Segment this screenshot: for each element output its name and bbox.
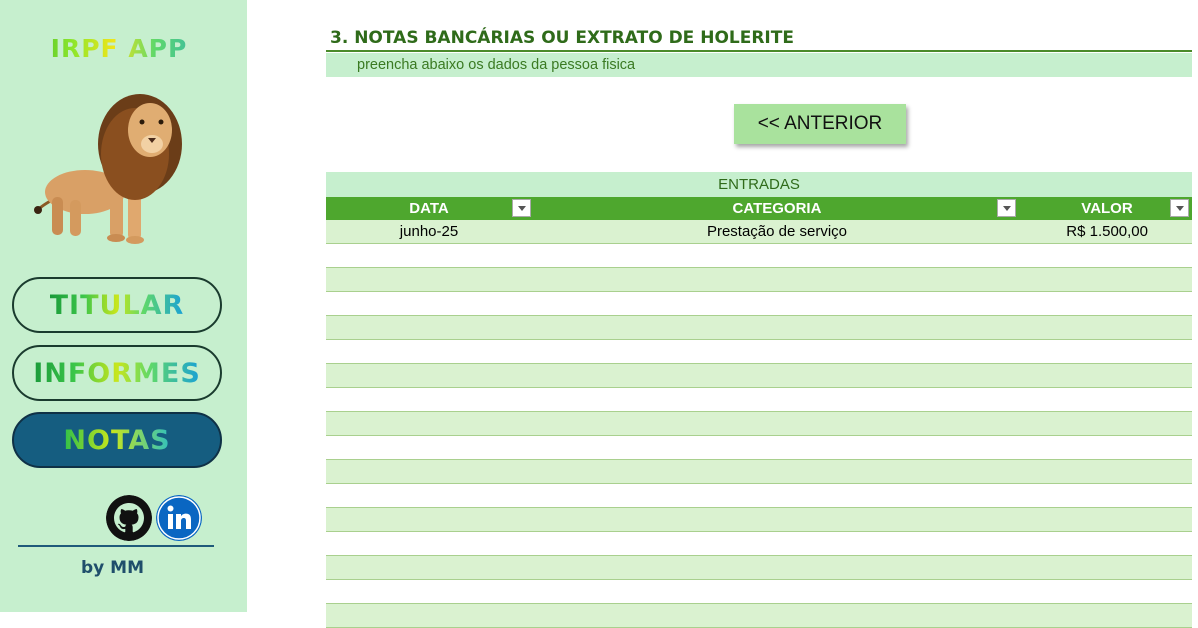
byline: by MM: [80, 558, 144, 578]
table-row[interactable]: [326, 460, 1192, 484]
table-row[interactable]: [326, 292, 1192, 316]
filter-dropdown-data[interactable]: [512, 199, 531, 217]
filter-dropdown-valor[interactable]: [1170, 199, 1189, 217]
nav-notas-label: NOTAS: [63, 424, 171, 456]
table-row[interactable]: [326, 436, 1192, 460]
table-row[interactable]: [326, 580, 1192, 604]
sidebar-divider: [18, 545, 214, 547]
column-header-data: DATA: [409, 200, 449, 217]
page-title: 3. NOTAS BANCÁRIAS OU EXTRATO DE HOLERIT…: [330, 28, 794, 48]
linkedin-icon[interactable]: [156, 495, 202, 541]
app-title: IRPF APP: [0, 34, 238, 63]
table-row[interactable]: [326, 244, 1192, 268]
github-icon[interactable]: [106, 495, 152, 541]
table-row[interactable]: [326, 268, 1192, 292]
table-header: DATA CATEGORIA VALOR: [326, 197, 1192, 220]
table-row[interactable]: junho-25 Prestação de serviço R$ 1.500,0…: [326, 220, 1192, 244]
table-row[interactable]: [326, 340, 1192, 364]
cell-valor-text: R$ 1.500,00: [1066, 223, 1148, 240]
subtitle-bar: preencha abaixo os dados da pessoa fisic…: [326, 53, 1192, 77]
table-row[interactable]: [326, 556, 1192, 580]
title-underline: [326, 50, 1192, 52]
table-row[interactable]: [326, 532, 1192, 556]
cell-data[interactable]: junho-25: [326, 220, 532, 244]
filter-dropdown-categoria[interactable]: [997, 199, 1016, 217]
nav-informes-button[interactable]: INFORMES: [12, 345, 222, 401]
table-row[interactable]: [326, 604, 1192, 628]
entries-table: ENTRADAS DATA CATEGORIA VALOR junho-25 P…: [326, 172, 1192, 628]
table-row[interactable]: [326, 388, 1192, 412]
table-row[interactable]: [326, 364, 1192, 388]
cell-categoria[interactable]: Prestação de serviço: [532, 220, 1022, 244]
column-header-valor: VALOR: [1081, 200, 1133, 217]
table-row[interactable]: [326, 412, 1192, 436]
table-row[interactable]: [326, 508, 1192, 532]
cell-valor[interactable]: R$ 1.500,00: [1022, 220, 1192, 244]
nav-titular-button[interactable]: TITULAR: [12, 277, 222, 333]
page-subtitle: preencha abaixo os dados da pessoa fisic…: [357, 57, 636, 73]
sidebar: IRPF APP TITULAR INFORMES NOTAS by MM: [0, 0, 247, 612]
table-caption: ENTRADAS: [326, 172, 1192, 197]
nav-notas-button[interactable]: NOTAS: [12, 412, 222, 468]
table-row[interactable]: [326, 316, 1192, 340]
previous-button[interactable]: << ANTERIOR: [734, 104, 906, 144]
column-header-categoria: CATEGORIA: [732, 200, 822, 217]
table-row[interactable]: [326, 484, 1192, 508]
nav-titular-label: TITULAR: [49, 289, 185, 321]
nav-informes-label: INFORMES: [33, 357, 201, 389]
lion-icon: [34, 94, 182, 244]
